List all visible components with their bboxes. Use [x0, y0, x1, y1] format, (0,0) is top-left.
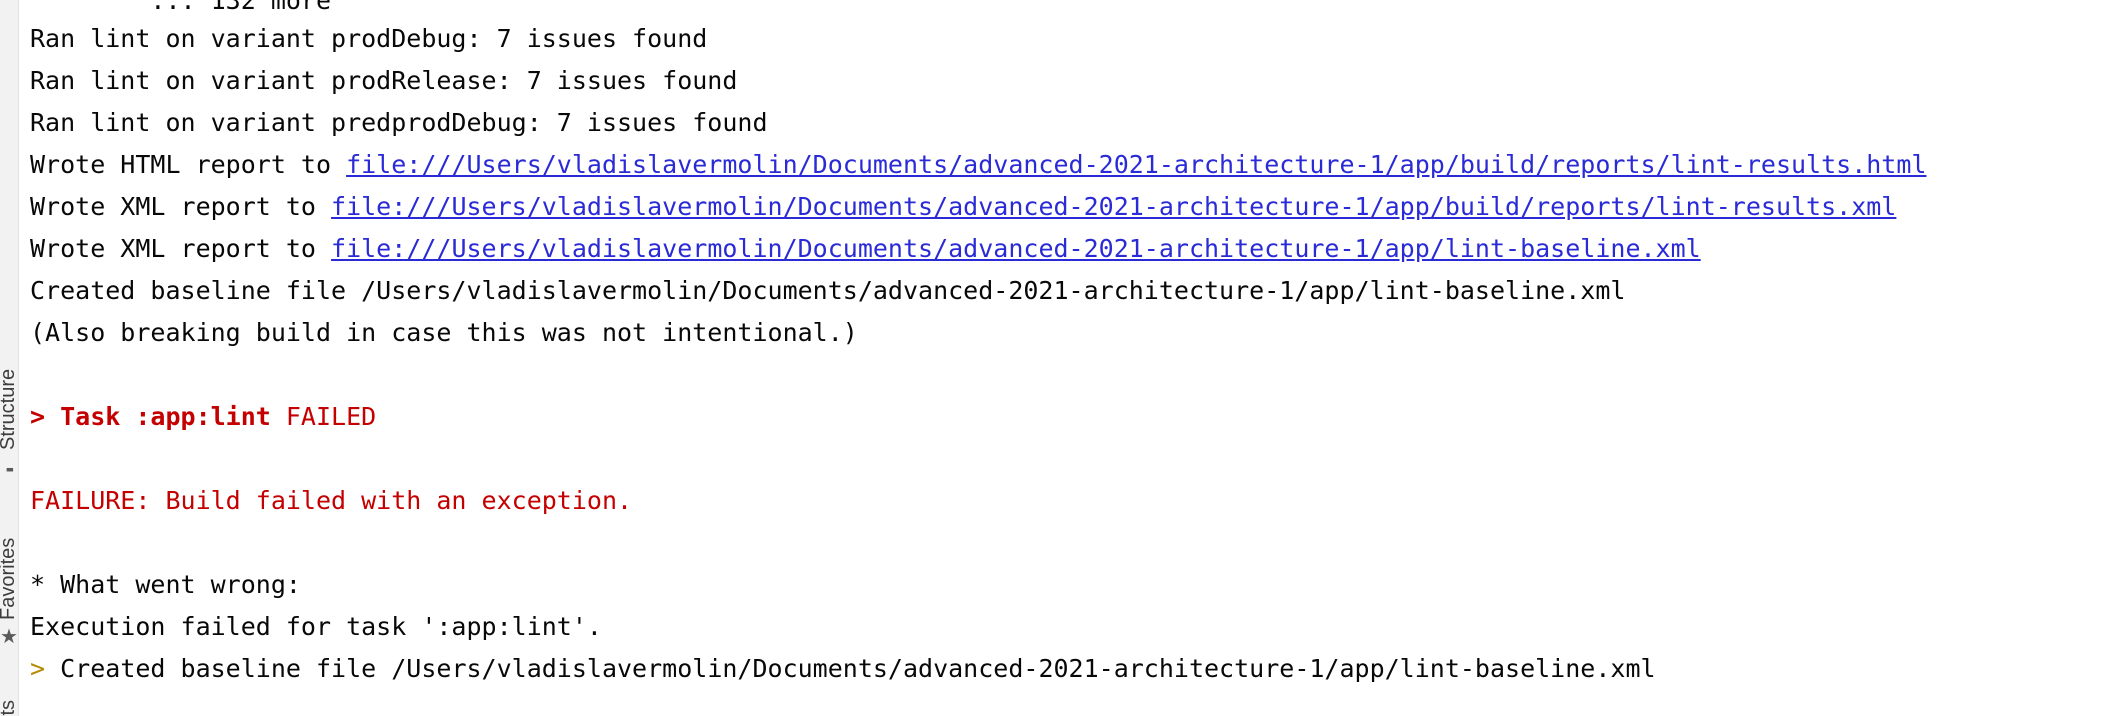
- structure-icon: ▪▪: [6, 461, 14, 477]
- structure-tab-label: Structure: [0, 368, 19, 450]
- bottom-tool-tab[interactable]: its: [0, 690, 19, 716]
- baseline-report-prefix: Wrote XML report to: [30, 234, 332, 263]
- console-line-failure: FAILURE: Build failed with an exception.: [30, 486, 633, 515]
- structure-tool-tab[interactable]: Structure ▪▪: [0, 300, 19, 480]
- console-line-baseline-created: Created baseline file /Users/vladislaver…: [30, 276, 1626, 305]
- console-line-lint-prod-debug: Ran lint on variant prodDebug: 7 issues …: [30, 24, 708, 53]
- favorites-tool-tab[interactable]: Favorites ★: [0, 520, 19, 660]
- task-name: > Task :app:lint: [30, 402, 271, 431]
- favorites-tab-label: Favorites: [0, 537, 19, 620]
- console-line-lint-prod-release: Ran lint on variant prodRelease: 7 issue…: [30, 66, 738, 95]
- console-line-task-failed: > Task :app:lint FAILED: [30, 396, 376, 438]
- build-output-window: Structure ▪▪ Favorites ★ its ... 132 mor…: [0, 0, 2114, 716]
- task-status: FAILED: [270, 402, 377, 431]
- baseline-report-link[interactable]: file:///Users/vladislavermolin/Documents…: [331, 234, 1701, 263]
- console-line-also-breaking: (Also breaking build in case this was no…: [30, 318, 858, 347]
- star-icon: ★: [0, 626, 18, 648]
- console-line-what-went-wrong: * What went wrong:: [30, 570, 301, 599]
- console-line-baseline-report: Wrote XML report to file:///Users/vladis…: [30, 228, 1701, 270]
- console-line-html-report: Wrote HTML report to file:///Users/vladi…: [30, 144, 1926, 186]
- xml-report-prefix: Wrote XML report to: [30, 192, 332, 221]
- cause-marker: >: [30, 654, 61, 683]
- html-report-prefix: Wrote HTML report to: [30, 150, 347, 179]
- console-line-execution-failed: Execution failed for task ':app:lint'.: [30, 612, 602, 641]
- console-output[interactable]: ... 132 more Ran lint on variant prodDeb…: [30, 0, 2114, 716]
- console-line-cause: > Created baseline file /Users/vladislav…: [30, 648, 1656, 690]
- tool-window-strip: Structure ▪▪ Favorites ★ its: [0, 0, 19, 716]
- console-line-lint-predprod-debug: Ran lint on variant predprodDebug: 7 iss…: [30, 108, 768, 137]
- console-line-xml-report: Wrote XML report to file:///Users/vladis…: [30, 186, 1896, 228]
- cause-text: Created baseline file /Users/vladislaver…: [60, 654, 1656, 683]
- xml-report-link[interactable]: file:///Users/vladislavermolin/Documents…: [331, 192, 1896, 221]
- bottom-tab-label: its: [0, 700, 19, 716]
- html-report-link[interactable]: file:///Users/vladislavermolin/Documents…: [346, 150, 1926, 179]
